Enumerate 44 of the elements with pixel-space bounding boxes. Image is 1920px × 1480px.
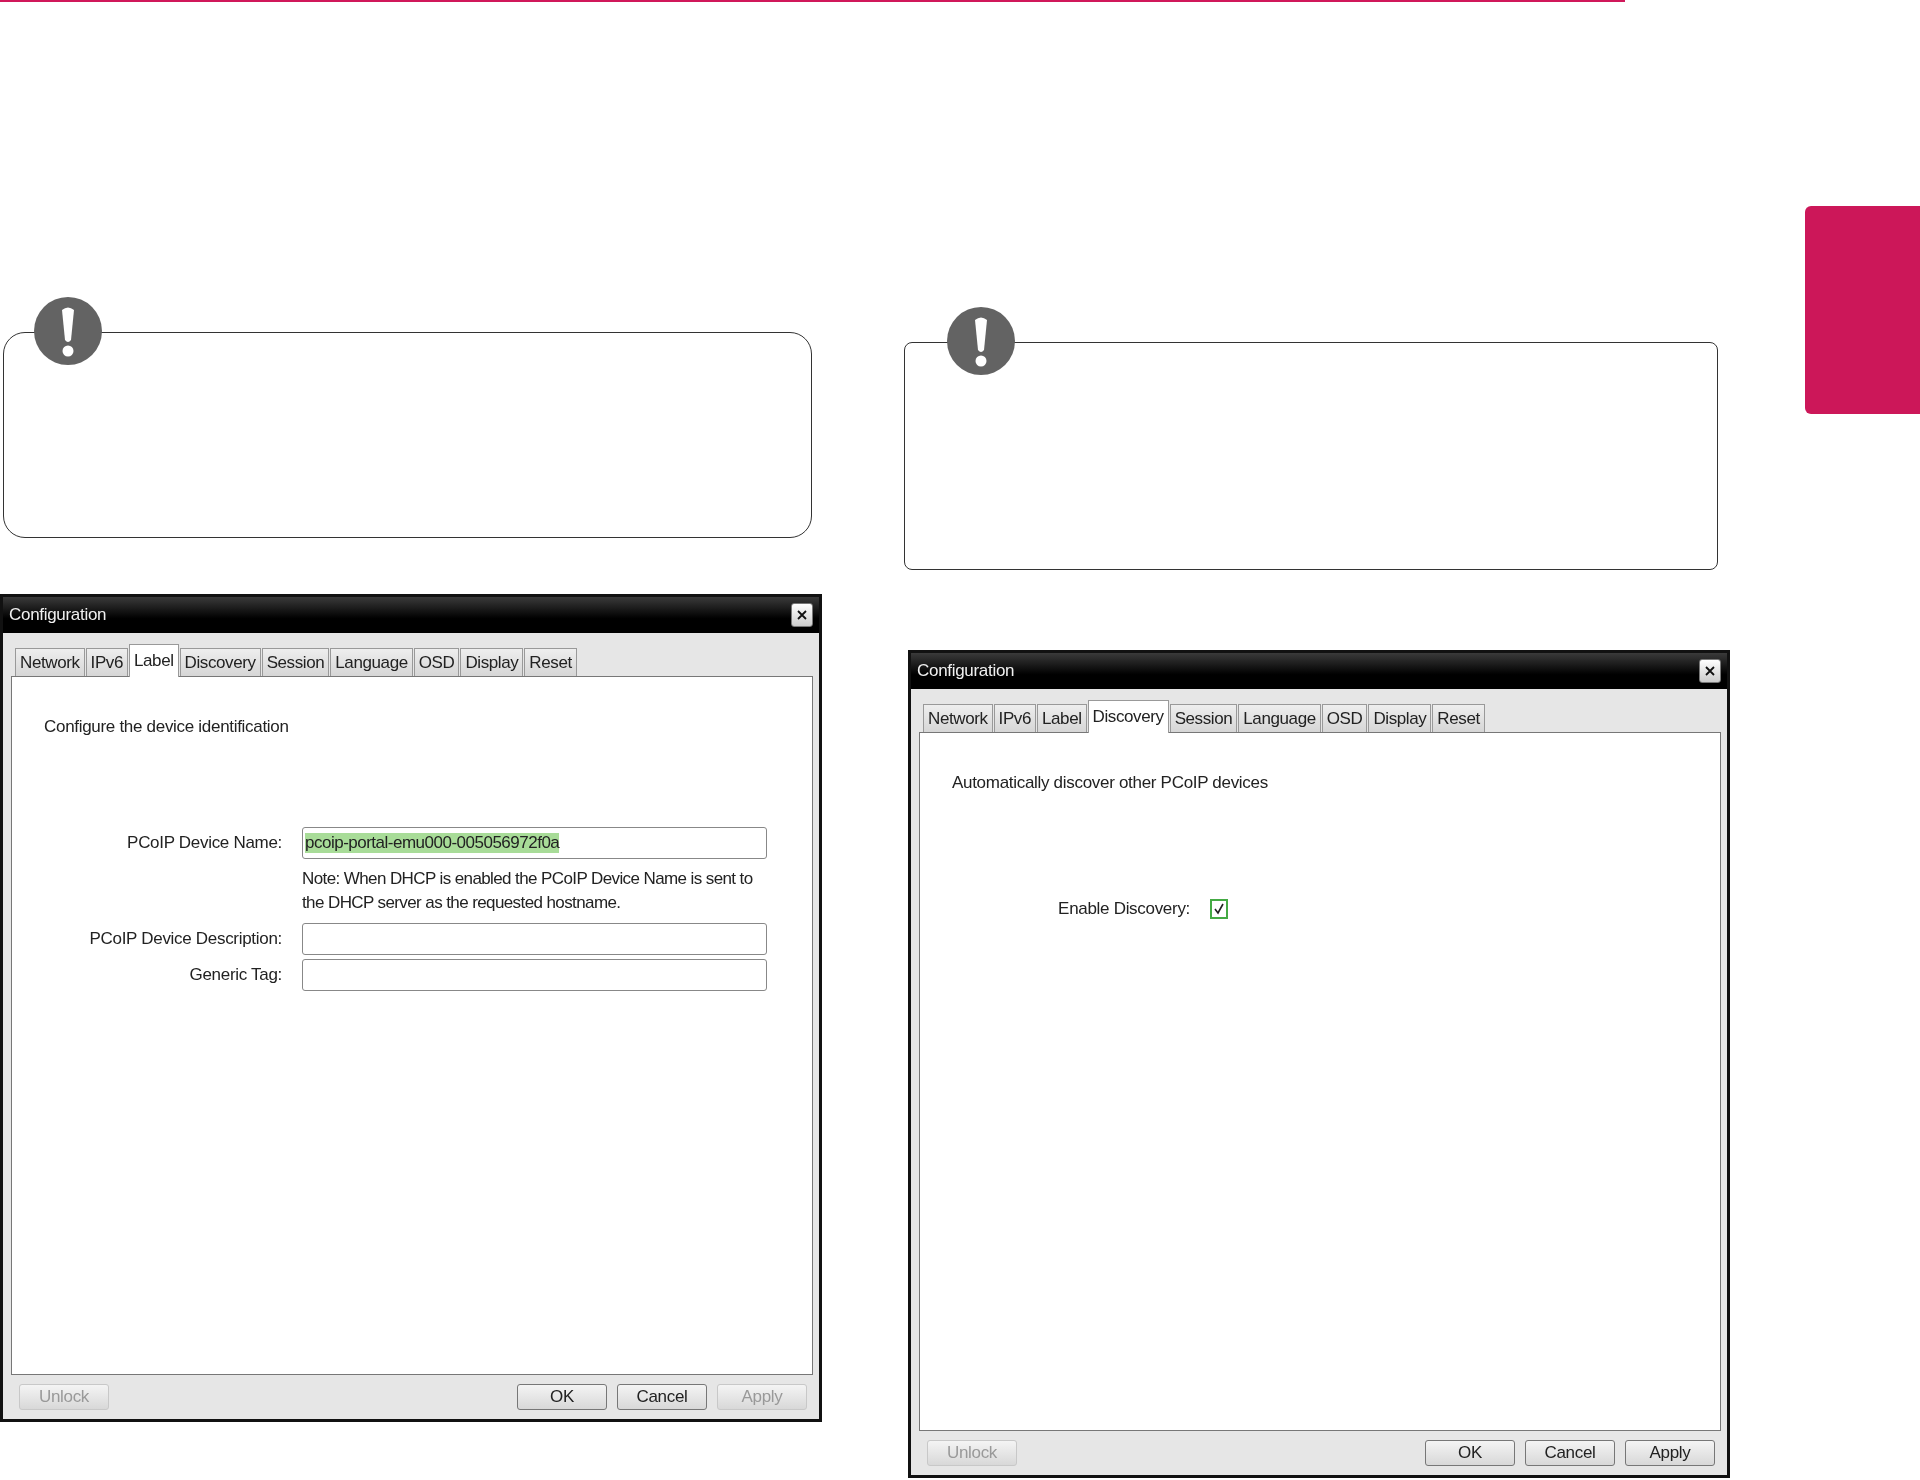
- field-value: pcoip-portal-emu000-005056972f0a: [305, 833, 560, 853]
- tab[interactable]: OSD: [1321, 704, 1368, 732]
- close-button[interactable]: [791, 603, 813, 627]
- tab[interactable]: IPv6: [85, 648, 128, 676]
- close-button[interactable]: [1699, 659, 1721, 683]
- tab[interactable]: Session: [1169, 704, 1238, 732]
- exclamation-icon: [946, 306, 1016, 376]
- tab[interactable]: IPv6: [993, 704, 1036, 732]
- tab[interactable]: Language: [1238, 704, 1321, 732]
- exclamation-icon: [33, 296, 103, 366]
- window-title: Configuration: [917, 661, 1015, 681]
- window-title: Configuration: [9, 605, 107, 625]
- tab[interactable]: Reset: [524, 648, 577, 676]
- tab[interactable]: Label: [1037, 704, 1087, 732]
- field-label: PCoIP Device Name:: [126, 833, 282, 853]
- tab[interactable]: Reset: [1432, 704, 1485, 732]
- tab[interactable]: Display: [1368, 704, 1432, 732]
- dialog-button[interactable]: Cancel: [1525, 1440, 1615, 1466]
- check-icon: [1214, 903, 1224, 915]
- field-label: PCoIP Device Description:: [88, 929, 282, 949]
- dialog-button[interactable]: Cancel: [617, 1384, 707, 1410]
- text-field[interactable]: [302, 923, 767, 955]
- dialog-button[interactable]: OK: [517, 1384, 607, 1410]
- tab[interactable]: Discovery: [1087, 700, 1169, 733]
- close-icon: [797, 610, 807, 620]
- tab[interactable]: Network: [15, 648, 85, 676]
- dialog-button[interactable]: Apply: [1625, 1440, 1715, 1466]
- tab[interactable]: Label: [129, 644, 179, 677]
- field-note: Note: When DHCP is enabled the PCoIP Device Name is sent to the DHCP server as the requested hostname.: [302, 868, 754, 914]
- checkbox[interactable]: [1210, 899, 1228, 919]
- tab[interactable]: Session: [261, 648, 330, 676]
- tab[interactable]: Language: [330, 648, 413, 676]
- field-label: Enable Discovery:: [1057, 899, 1190, 919]
- dialog-button[interactable]: OK: [1425, 1440, 1515, 1466]
- text-field[interactable]: pcoip-portal-emu000-005056972f0a: [302, 827, 767, 859]
- tab[interactable]: Network: [923, 704, 993, 732]
- description-text: Configure the device identification: [44, 717, 290, 737]
- tab[interactable]: Display: [460, 648, 524, 676]
- close-icon: [1705, 666, 1715, 676]
- field-label: Generic Tag:: [188, 965, 282, 985]
- description-text: Automatically discover other PCoIP devices: [952, 773, 1269, 793]
- tab[interactable]: Discovery: [179, 648, 261, 676]
- tab[interactable]: OSD: [413, 648, 460, 676]
- text-field[interactable]: [302, 959, 767, 991]
